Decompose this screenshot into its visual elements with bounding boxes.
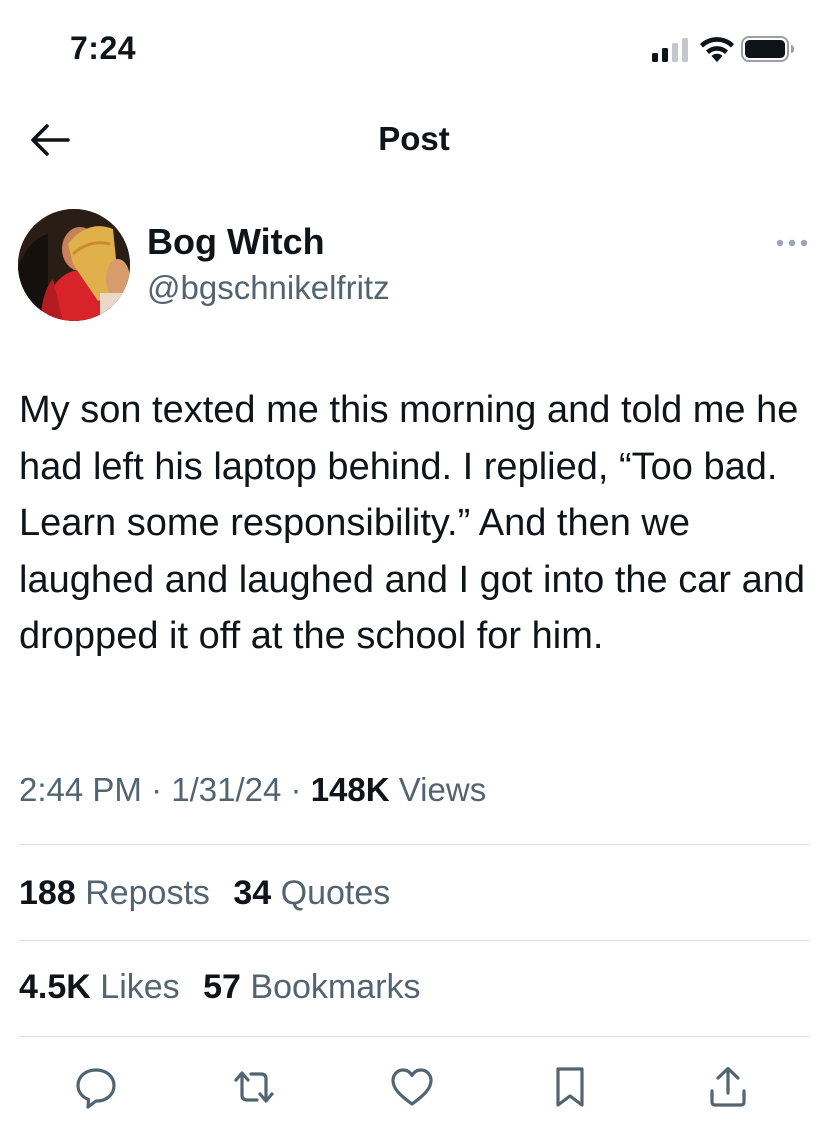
meta-separator: ·	[151, 771, 163, 808]
likes-label: Likes	[100, 968, 180, 1006]
post-meta: 2:44 PM · 1/31/24 · 148K Views	[19, 771, 486, 809]
like-icon	[391, 1068, 433, 1106]
quotes-count: 34	[233, 874, 272, 912]
wifi-icon	[700, 37, 734, 62]
post-text: My son texted me this morning and told m…	[19, 389, 805, 657]
divider	[19, 1036, 810, 1037]
bookmarks-stat[interactable]: 57 Bookmarks	[203, 968, 420, 1006]
bookmarks-count: 57	[203, 968, 241, 1006]
share-icon	[710, 1066, 746, 1107]
post-time: 2:44 PM	[19, 771, 142, 808]
reply-button[interactable]	[73, 1064, 119, 1110]
cellular-signal-icon	[652, 38, 688, 62]
reply-icon	[76, 1068, 116, 1109]
page-title: Post	[378, 120, 450, 157]
likes-count: 4.5K	[19, 968, 91, 1006]
engagement-row-reposts: 188 Reposts 34 Quotes	[19, 874, 404, 913]
like-button[interactable]	[389, 1064, 435, 1110]
battery-icon	[741, 36, 794, 62]
more-options-icon[interactable]	[774, 237, 810, 249]
meta-separator: ·	[290, 771, 302, 808]
bookmark-button[interactable]	[547, 1064, 593, 1110]
avatar-photo	[18, 209, 130, 321]
status-time: 7:24	[70, 30, 137, 66]
divider	[19, 844, 810, 845]
quotes-label: Quotes	[280, 874, 391, 912]
author-handle[interactable]: @bgschnikelfritz	[147, 269, 390, 307]
bookmark-icon	[556, 1067, 584, 1107]
share-button[interactable]	[705, 1064, 751, 1110]
quotes-stat[interactable]: 34 Quotes	[233, 874, 390, 912]
reposts-count: 188	[19, 874, 76, 912]
post-date: 1/31/24	[171, 771, 282, 808]
engagement-row-likes: 4.5K Likes 57 Bookmarks	[19, 968, 434, 1007]
bookmarks-label: Bookmarks	[250, 968, 421, 1006]
likes-stat[interactable]: 4.5K Likes	[19, 968, 189, 1006]
reposts-label: Reposts	[85, 874, 210, 912]
views-label: Views	[398, 771, 487, 808]
author-display-name[interactable]: Bog Witch	[147, 221, 325, 263]
avatar[interactable]	[18, 209, 130, 321]
divider	[19, 940, 810, 941]
views-count: 148K	[310, 771, 390, 808]
reposts-stat[interactable]: 188 Reposts	[19, 874, 219, 912]
repost-icon	[234, 1071, 274, 1103]
repost-button[interactable]	[231, 1064, 277, 1110]
